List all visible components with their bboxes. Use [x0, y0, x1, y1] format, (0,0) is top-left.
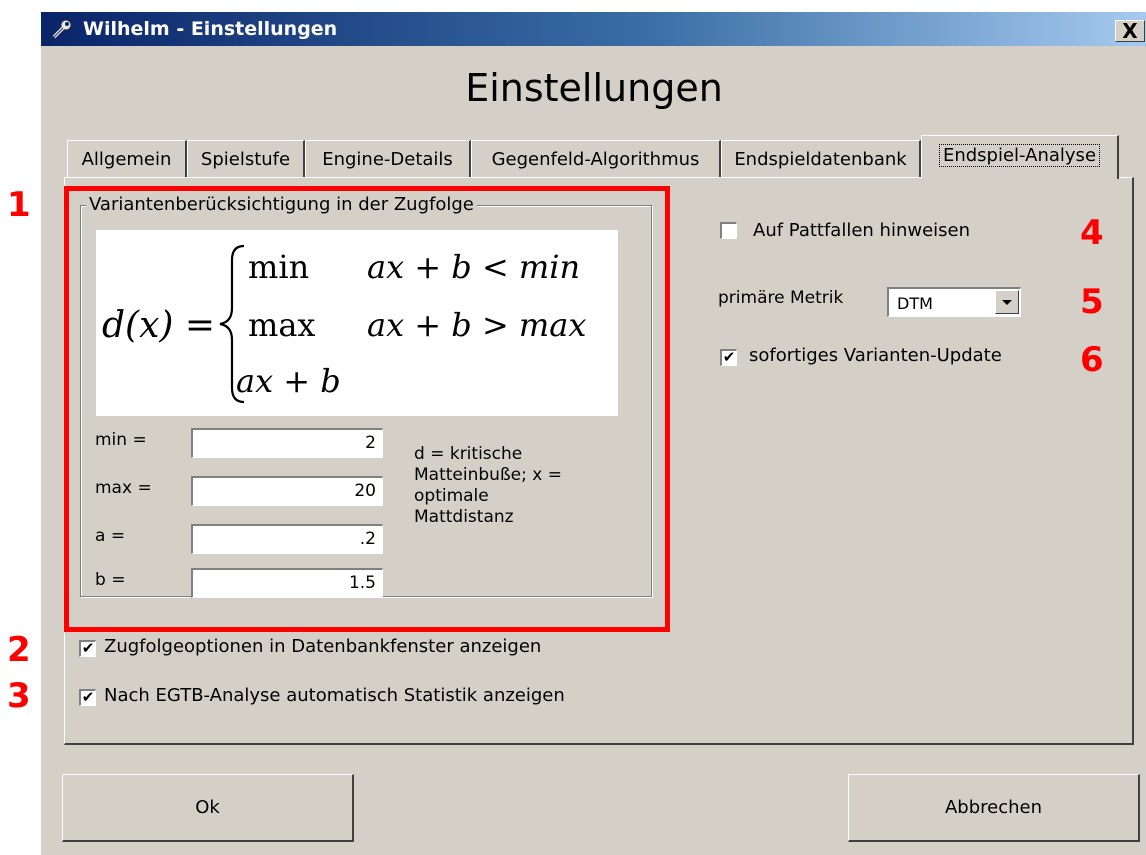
annotation-6: 6 — [1080, 340, 1104, 380]
tab-endspieldatenbank[interactable]: Endspieldatenbank — [721, 140, 921, 178]
annotation-4: 4 — [1080, 213, 1104, 253]
label-pattfallen: Auf Pattfallen hinweisen — [753, 220, 971, 241]
cancel-button[interactable]: Abbrechen — [848, 774, 1140, 842]
highlight-box-1 — [64, 186, 670, 632]
close-button[interactable]: X — [1115, 20, 1145, 42]
tab-gegenfeld-algorithmus[interactable]: Gegenfeld-Algorithmus — [471, 140, 721, 178]
label-varianten-update: sofortiges Varianten-Update — [749, 345, 1002, 366]
tab-spielstufe[interactable]: Spielstufe — [187, 140, 305, 178]
annotation-2: 2 — [7, 630, 31, 670]
checkbox-varianten-update[interactable]: ✔ — [720, 349, 737, 366]
label-egtb-statistik: Nach EGTB-Analyse automatisch Statistik … — [104, 685, 565, 706]
metric-select[interactable]: DTM — [887, 287, 1021, 317]
annotation-5: 5 — [1080, 282, 1104, 322]
tab-endspiel-analyse[interactable]: Endspiel-Analyse — [921, 135, 1119, 179]
tab-allgemein[interactable]: Allgemein — [67, 140, 187, 178]
label-zugfolgeoptionen: Zugfolgeoptionen in Datenbankfenster anz… — [104, 636, 542, 657]
wrench-icon — [51, 18, 73, 40]
annotation-1: 1 — [7, 185, 31, 225]
checkbox-egtb-statistik[interactable]: ✔ — [79, 689, 96, 706]
checkbox-pattfallen[interactable] — [720, 222, 737, 239]
tab-engine-details[interactable]: Engine-Details — [305, 140, 471, 178]
label-primaere-metrik: primäre Metrik — [718, 288, 844, 308]
metric-select-value: DTM — [897, 294, 933, 313]
ok-button[interactable]: Ok — [62, 774, 354, 842]
annotation-3: 3 — [7, 676, 31, 716]
title-bar[interactable]: Wilhelm - Einstellungen X — [41, 12, 1146, 46]
page-title: Einstellungen — [465, 66, 723, 110]
window-title: Wilhelm - Einstellungen — [83, 18, 338, 40]
tab-endspiel-analyse-label: Endspiel-Analyse — [938, 144, 1101, 167]
chevron-down-icon[interactable] — [995, 290, 1019, 314]
checkbox-zugfolgeoptionen[interactable]: ✔ — [79, 640, 96, 657]
